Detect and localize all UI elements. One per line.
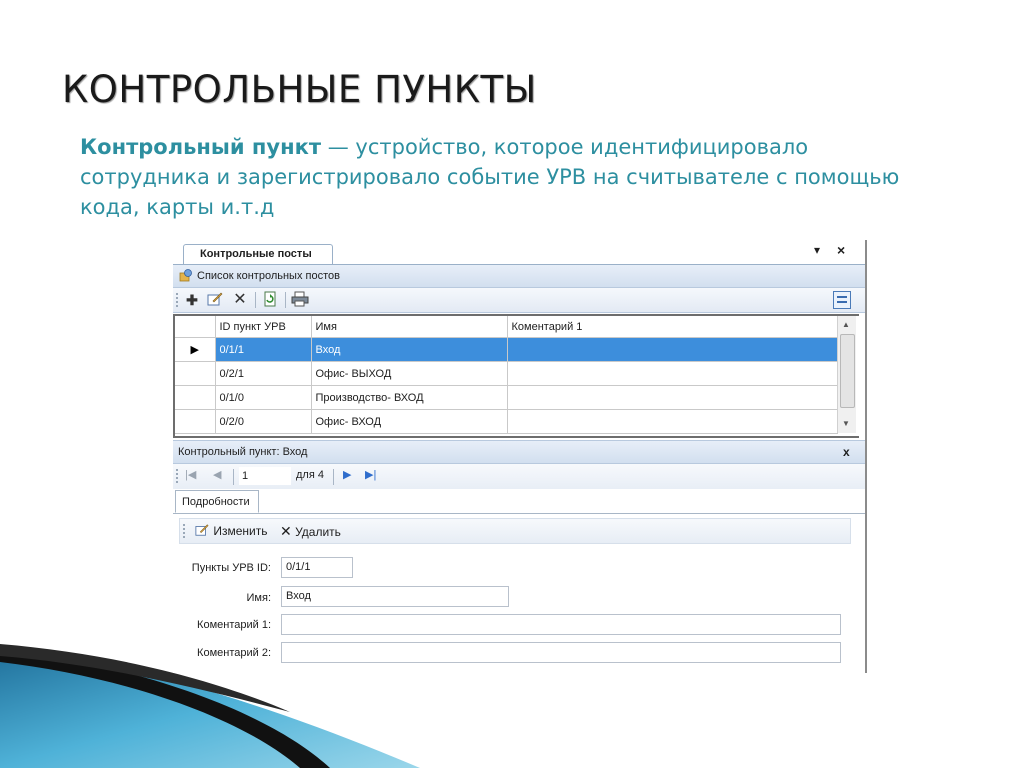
previous-record-icon[interactable]: ◀ <box>213 468 221 481</box>
navigator-grip <box>176 469 180 483</box>
list-toolbar: ✚ ✕ <box>173 288 865 313</box>
table-row[interactable]: 0/1/0 Производство- ВХОД <box>175 385 838 410</box>
detail-header-title: Контрольный пункт: Вход <box>178 446 308 458</box>
toolbar-grip <box>183 524 185 538</box>
column-header[interactable]: ID пункт УРВ <box>215 316 312 338</box>
cell-id[interactable]: 0/1/1 <box>215 337 312 362</box>
table-row[interactable]: 0/2/1 Офис- ВЫХОД <box>175 361 838 386</box>
list-header: Список контрольных постов <box>173 265 865 288</box>
panel-tabbar: Контрольные посты ▾ × <box>173 240 865 265</box>
list-header-icon <box>179 269 192 282</box>
tab-details[interactable]: Подробности <box>175 490 259 513</box>
id-field-label: Пункты УРВ ID: <box>191 562 271 574</box>
edit-button-label: Изменить <box>213 524 268 538</box>
row-selector <box>175 409 216 434</box>
comment1-field[interactable] <box>281 614 841 635</box>
record-count-label: для 4 <box>296 469 324 481</box>
toolbar-separator <box>285 292 286 308</box>
delete-button-label: Удалить <box>295 525 341 539</box>
name-field-label: Имя: <box>246 592 271 604</box>
cell-name[interactable]: Офис- ВХОД <box>311 409 508 434</box>
tab-control-posts[interactable]: Контрольные посты <box>183 244 333 264</box>
cell-comment[interactable] <box>507 409 838 434</box>
add-icon[interactable]: ✚ <box>183 291 201 309</box>
table-row[interactable]: ▶ 0/1/1 Вход <box>175 337 838 362</box>
comment2-field-label: Коментарий 2: <box>197 647 271 659</box>
description-term: Контрольный пункт <box>80 135 322 159</box>
row-selector <box>175 385 216 410</box>
pin-dropdown-icon[interactable]: ▾ <box>814 243 820 257</box>
cell-comment[interactable] <box>507 361 838 386</box>
comment1-field-label: Коментарий 1: <box>197 619 271 631</box>
vertical-scrollbar[interactable]: ▲ ▼ <box>837 316 856 433</box>
cell-name[interactable]: Офис- ВЫХОД <box>311 361 508 386</box>
print-icon[interactable] <box>291 291 309 309</box>
detail-toolbar: Изменить ✕ Удалить <box>179 518 851 544</box>
toolbar-grip <box>176 293 180 307</box>
layout-toggle-icon[interactable] <box>833 291 851 309</box>
toolbar-separator <box>255 292 256 308</box>
delete-button[interactable]: ✕ Удалить <box>280 523 341 540</box>
row-selector <box>175 361 216 386</box>
posts-grid: ID пункт УРВ Имя Коментарий 1 ▶ 0/1/1 Вх… <box>173 314 859 438</box>
edit-button[interactable]: Изменить <box>194 523 267 538</box>
cell-name[interactable]: Вход <box>311 337 508 362</box>
table-row[interactable]: 0/2/0 Офис- ВХОД <box>175 409 838 434</box>
id-field[interactable]: 0/1/1 <box>281 557 353 578</box>
cell-comment[interactable] <box>507 385 838 410</box>
detail-close-button[interactable]: x <box>843 441 850 463</box>
app-window: Контрольные посты ▾ × Список контрольных… <box>173 240 867 673</box>
first-record-icon[interactable]: |◀ <box>185 468 196 481</box>
next-record-icon[interactable]: ▶ <box>343 468 351 481</box>
comment2-field[interactable] <box>281 642 841 663</box>
slide-title: КОНТРОЛЬНЫЕ ПУНКТЫ <box>62 68 537 111</box>
column-header[interactable]: Коментарий 1 <box>507 316 838 338</box>
close-icon[interactable]: × <box>837 242 845 258</box>
detail-header: Контрольный пункт: Вход x <box>173 440 865 464</box>
row-indicator-header <box>175 316 216 338</box>
refresh-icon[interactable] <box>261 291 279 309</box>
record-navigator: |◀ ◀ 1 для 4 ▶ ▶| <box>173 464 865 489</box>
delete-icon[interactable]: ✕ <box>231 291 249 309</box>
detail-tabs: Подробности <box>173 489 865 514</box>
scrollbar-thumb[interactable] <box>840 334 855 408</box>
edit-icon <box>195 524 209 536</box>
column-header[interactable]: Имя <box>311 316 508 338</box>
cell-id[interactable]: 0/2/0 <box>215 409 312 434</box>
edit-icon[interactable] <box>206 291 224 309</box>
last-record-icon[interactable]: ▶| <box>365 468 376 481</box>
delete-icon: ✕ <box>280 523 292 539</box>
navigator-separator <box>233 469 234 485</box>
cell-id[interactable]: 0/2/1 <box>215 361 312 386</box>
table-header-row: ID пункт УРВ Имя Коментарий 1 <box>175 316 838 338</box>
navigator-separator <box>333 469 334 485</box>
scroll-down-icon[interactable]: ▼ <box>842 419 850 428</box>
scroll-up-icon[interactable]: ▲ <box>842 320 850 329</box>
cell-name[interactable]: Производство- ВХОД <box>311 385 508 410</box>
cell-id[interactable]: 0/1/0 <box>215 385 312 410</box>
slide-description: Контрольный пункт — устройство, которое … <box>80 132 920 222</box>
name-field[interactable]: Вход <box>281 586 509 607</box>
list-header-title: Список контрольных постов <box>197 270 340 282</box>
cell-comment[interactable] <box>507 337 838 362</box>
row-selector-icon: ▶ <box>175 337 216 362</box>
record-position-input[interactable]: 1 <box>239 467 291 485</box>
posts-table: ID пункт УРВ Имя Коментарий 1 ▶ 0/1/1 Вх… <box>175 316 838 434</box>
